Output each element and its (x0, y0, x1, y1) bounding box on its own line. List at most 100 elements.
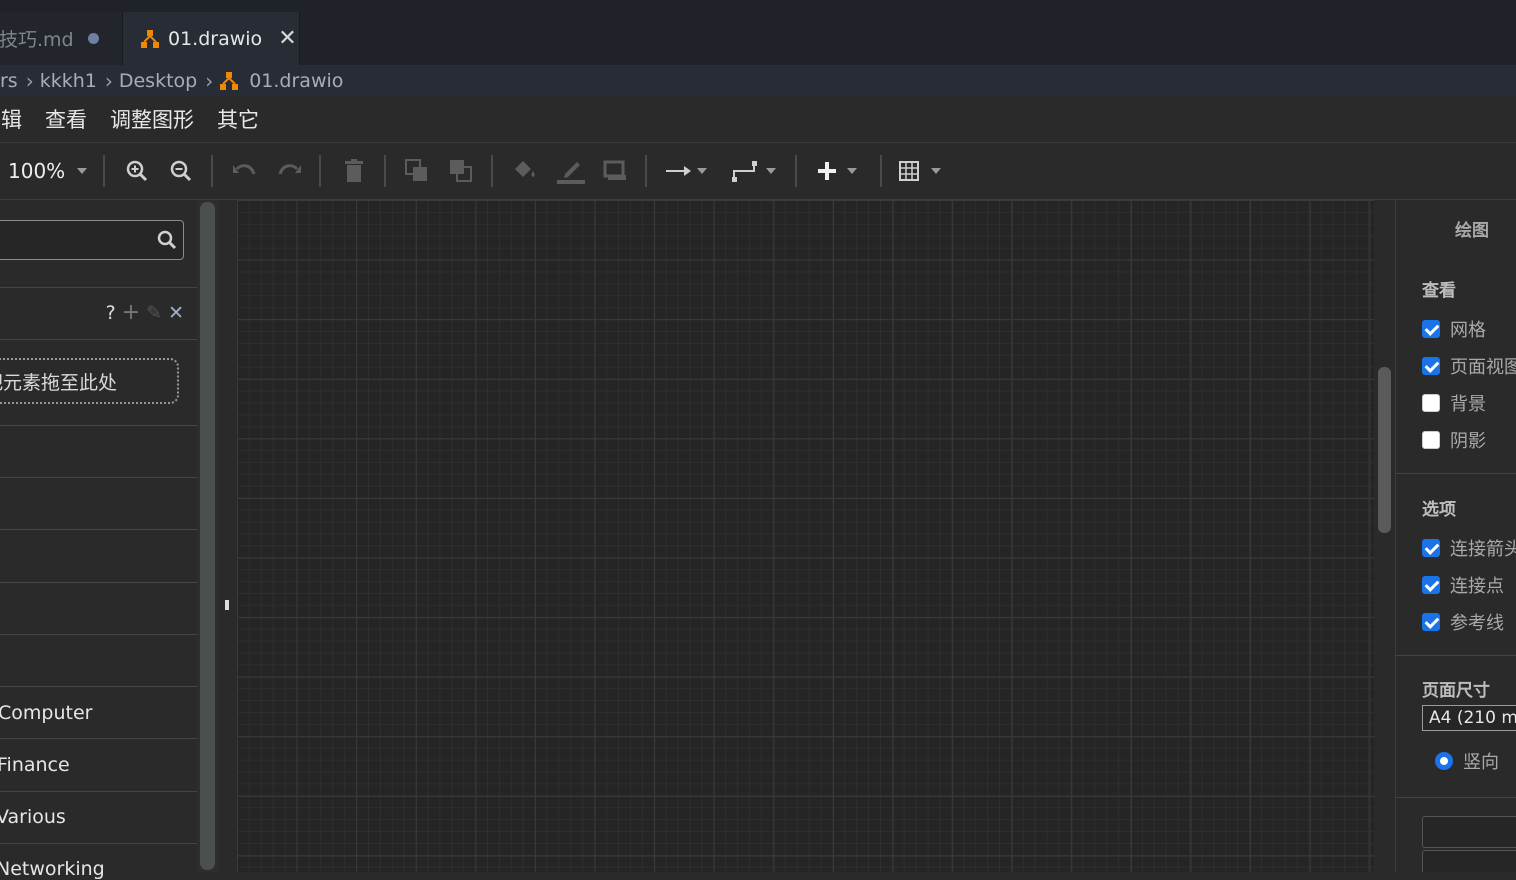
canvas-scrollbar[interactable] (1378, 367, 1391, 533)
radio-button[interactable] (1435, 752, 1453, 770)
divider (0, 425, 197, 426)
undo-icon[interactable] (231, 143, 257, 199)
menu-edit[interactable]: 编辑 (0, 104, 22, 134)
breadcrumb: rs › kkkh1 › Desktop › 01.drawio (0, 65, 1516, 96)
splitter-handle-icon[interactable] (225, 600, 229, 610)
section-options-title: 选项 (1422, 500, 1456, 520)
diagram-canvas[interactable] (237, 200, 1374, 872)
sidebar-scrollbar[interactable] (200, 202, 215, 870)
option-page-view[interactable]: 页面视图 (1422, 353, 1516, 379)
canvas-scroll-track (1374, 200, 1394, 872)
scratchpad-dropzone[interactable]: 把元素拖至此处 (0, 358, 179, 404)
format-panel: 绘图 查看 网格 页面视图 背景 阴影 选项 连接箭头 连接点 参考线 页面尺寸… (1395, 200, 1516, 872)
redo-icon[interactable] (277, 143, 303, 199)
shadow-icon[interactable] (603, 143, 627, 199)
add-icon[interactable]: + (122, 300, 140, 325)
library-various[interactable]: Various (0, 806, 66, 828)
plus-icon (818, 162, 836, 180)
close-tab-icon[interactable]: ✕ (278, 26, 296, 51)
checkbox[interactable] (1422, 539, 1440, 557)
divider (0, 287, 197, 288)
chevron-down-icon (847, 168, 857, 174)
page-size-select[interactable]: A4 (210 mm x 297 mm) (1422, 705, 1516, 731)
checkbox[interactable] (1422, 394, 1440, 412)
chevron-right-icon: › (25, 68, 34, 93)
section-page-size-title: 页面尺寸 (1422, 681, 1490, 701)
waypoints-dropdown[interactable] (732, 143, 776, 199)
chevron-down-icon (931, 168, 941, 174)
checkbox[interactable] (1422, 431, 1440, 449)
zoom-dropdown[interactable]: 100% (8, 143, 88, 199)
tab-drawio-file[interactable]: 01.drawio ✕ (122, 12, 300, 65)
edit-icon[interactable]: ✎ (146, 302, 162, 324)
panel-button[interactable] (1422, 850, 1516, 872)
shapes-sidebar: ? + ✎ ✕ 把元素拖至此处 Computer Finance Various… (0, 200, 200, 880)
title-strip (0, 0, 1516, 12)
menu-extras[interactable]: 其它 (217, 104, 259, 134)
orientation-label: 竖向 (1463, 752, 1499, 773)
zoom-in-icon[interactable] (125, 143, 149, 199)
library-networking[interactable]: Networking (0, 858, 105, 880)
sidebar-splitter[interactable] (219, 200, 237, 872)
toolbar-divider (384, 155, 386, 187)
checkbox[interactable] (1422, 357, 1440, 375)
option-label: 阴影 (1450, 431, 1486, 452)
breadcrumb-item[interactable]: 01.drawio (249, 70, 343, 92)
option-label: 背景 (1450, 394, 1486, 415)
option-shadow[interactable]: 阴影 (1422, 427, 1486, 453)
divider (0, 339, 197, 340)
breadcrumb-item[interactable]: rs (0, 70, 18, 92)
to-front-icon[interactable] (405, 143, 429, 199)
tab-label: 01.drawio (168, 27, 263, 50)
menu-view[interactable]: 查看 (45, 104, 87, 134)
connection-dropdown[interactable] (665, 143, 707, 199)
toolbar-divider (211, 155, 213, 187)
library-computer[interactable]: Computer (0, 702, 92, 724)
fill-color-icon[interactable] (512, 143, 538, 199)
insert-dropdown[interactable] (817, 143, 857, 199)
search-icon[interactable] (157, 230, 177, 250)
connection-icon (666, 166, 691, 176)
zoom-level: 100% (8, 159, 66, 183)
breadcrumb-item[interactable]: kkkh1 (40, 70, 97, 92)
chevron-down-icon (77, 168, 88, 174)
menu-bar: 编辑 查看 调整图形 其它 (0, 96, 1516, 143)
tab-label: 小技巧.md (0, 29, 74, 51)
option-grid[interactable]: 网格 (1422, 316, 1486, 342)
toolbar-divider (103, 155, 105, 187)
divider (1396, 473, 1516, 474)
divider (1396, 797, 1516, 798)
to-back-icon[interactable] (449, 143, 473, 199)
close-icon[interactable]: ✕ (168, 302, 184, 324)
checkbox[interactable] (1422, 576, 1440, 594)
divider (0, 477, 197, 478)
menu-arrange[interactable]: 调整图形 (110, 104, 194, 134)
toolbar-divider (795, 155, 797, 187)
unsaved-dot-icon[interactable] (87, 33, 99, 44)
option-guides[interactable]: 参考线 (1422, 609, 1504, 635)
divider (0, 843, 197, 844)
divider (1396, 655, 1516, 656)
breadcrumb-item[interactable]: Desktop (119, 70, 197, 92)
divider (0, 686, 197, 687)
checkbox[interactable] (1422, 613, 1440, 631)
option-background[interactable]: 背景 (1422, 390, 1486, 416)
option-connection-arrows[interactable]: 连接箭头 (1422, 535, 1516, 561)
divider (0, 634, 197, 635)
toolbar-divider (645, 155, 647, 187)
help-icon[interactable]: ? (106, 302, 116, 324)
option-connection-points[interactable]: 连接点 (1422, 572, 1504, 598)
zoom-out-icon[interactable] (169, 143, 193, 199)
panel-button[interactable] (1422, 816, 1516, 848)
checkbox[interactable] (1422, 320, 1440, 338)
line-color-icon[interactable] (557, 143, 585, 199)
tab-markdown-file[interactable]: 小技巧.md (0, 12, 122, 65)
search-input[interactable] (0, 220, 184, 260)
orientation-portrait[interactable]: 竖向 (1435, 748, 1499, 774)
section-view-title: 查看 (1422, 281, 1456, 301)
library-finance[interactable]: Finance (0, 754, 70, 776)
toolbar: 100% (0, 143, 1516, 200)
table-dropdown[interactable] (899, 143, 941, 199)
delete-icon[interactable] (344, 143, 364, 199)
panel-title-diagram[interactable]: 绘图 (1455, 216, 1489, 241)
